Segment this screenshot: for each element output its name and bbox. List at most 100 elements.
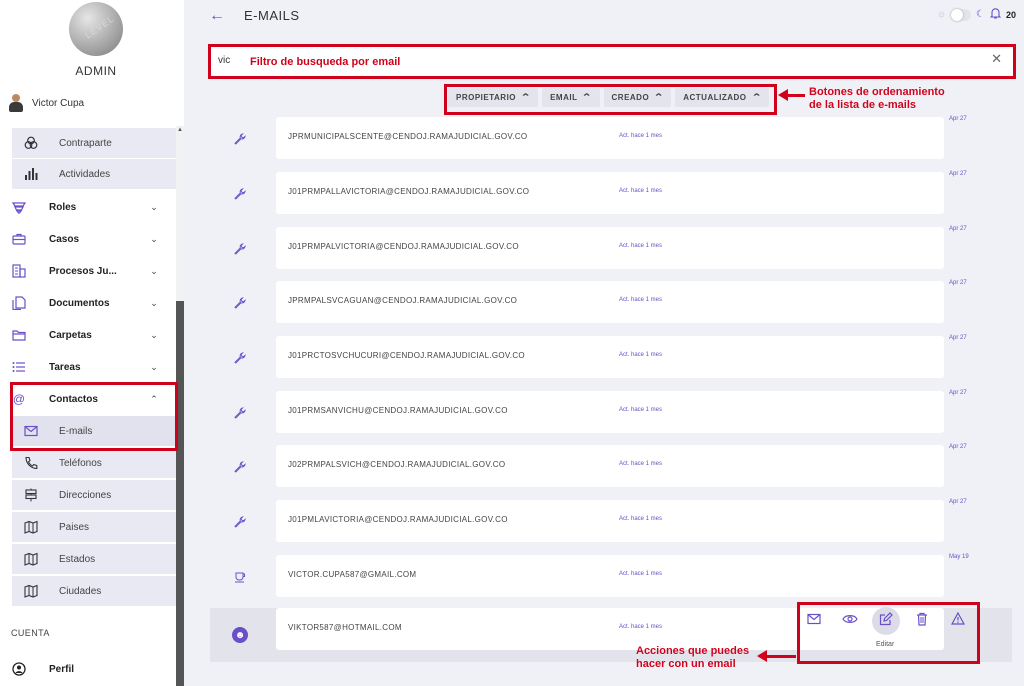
theme-toggle[interactable] — [951, 8, 972, 21]
list-item[interactable]: J01PRCTOSVCHUCURI@CENDOJ.RAMAJUDICIAL.GO… — [210, 331, 1014, 385]
sidebar-item-contraparte[interactable]: Contraparte — [12, 128, 176, 159]
clear-search-icon[interactable]: ✕ — [991, 51, 1002, 67]
mail-action-button[interactable] — [800, 607, 828, 635]
wrench-icon — [232, 186, 248, 202]
map-icon — [22, 520, 40, 534]
sidebar-scroll-thumb[interactable] — [176, 301, 184, 686]
sort-actualizado-button[interactable]: ACTUALIZADO ⌃ — [675, 88, 769, 107]
chevron-down-icon: ⌄ — [150, 361, 158, 372]
sidebar-item-label: Ciudades — [59, 585, 102, 597]
sidebar-item-label: Teléfonos — [59, 457, 102, 469]
list-item[interactable]: J02PRMPALSVICH@CENDOJ.RAMAJUDICIAL.GOV.C… — [210, 440, 1014, 494]
sidebar-item-estados[interactable]: Estados — [12, 544, 176, 575]
chevron-down-icon: ⌄ — [150, 201, 158, 212]
map-icon — [22, 584, 40, 598]
sidebar-item-label: Roles — [49, 201, 77, 213]
sidebar-item-casos[interactable]: Casos ⌄ — [12, 224, 176, 254]
delete-action-button[interactable] — [908, 607, 936, 635]
sidebar-item-tareas[interactable]: Tareas ⌄ — [12, 352, 176, 382]
sidebar-item-label: E-mails — [59, 425, 93, 437]
list-item[interactable]: JPRMUNICIPALSCENTE@CENDOJ.RAMAJUDICIAL.G… — [210, 112, 1014, 166]
sidebar-item-label: Paises — [59, 521, 90, 533]
sidebar-item-label: Carpetas — [49, 329, 92, 341]
admin-avatar[interactable]: LEVEL — [69, 2, 123, 56]
report-action-button[interactable] — [944, 607, 972, 635]
sidebar-item-documentos[interactable]: Documentos ⌄ — [12, 288, 176, 318]
sidebar-item-perfil[interactable]: Perfil — [12, 654, 176, 684]
chevron-up-icon: ⌃ — [581, 92, 594, 102]
email-card[interactable]: J01PRMPALVICTORIA@CENDOJ.RAMAJUDICIAL.GO… — [276, 227, 944, 269]
notification-count: 20 — [1005, 9, 1016, 20]
date-label: Apr 27 — [949, 116, 967, 122]
date-label: Apr 27 — [949, 335, 967, 341]
updated-label: Act. hace 1 mes — [619, 133, 663, 139]
user-name: Victor Cupa — [32, 97, 85, 109]
stack-icon — [12, 200, 26, 214]
sidebar-item-label: Contraparte — [59, 137, 112, 149]
sort-label: ACTUALIZADO — [683, 93, 747, 102]
sidebar-item-ciudades[interactable]: Ciudades — [12, 576, 176, 607]
wrench-icon — [232, 405, 248, 421]
list-item[interactable]: J01PRMSANVICHU@CENDOJ.RAMAJUDICIAL.GOV.C… — [210, 386, 1014, 440]
bell-icon[interactable] — [989, 7, 1002, 22]
sidebar-item-label: Tareas — [49, 361, 81, 373]
wrench-icon — [232, 514, 248, 530]
sidebar-item-actividades[interactable]: Actividades — [12, 159, 176, 190]
list-item[interactable]: J01PMLAVICTORIA@CENDOJ.RAMAJUDICIAL.GOV.… — [210, 495, 1014, 549]
edit-action-button[interactable] — [872, 607, 900, 635]
sidebar-item-direcciones[interactable]: Direcciones — [12, 480, 176, 511]
date-label: Apr 27 — [949, 499, 967, 505]
updated-label: Act. hace 1 mes — [619, 243, 663, 249]
list-item[interactable]: J01PRMPALVICTORIA@CENDOJ.RAMAJUDICIAL.GO… — [210, 222, 1014, 276]
sidebar-item-roles[interactable]: Roles ⌄ — [12, 192, 176, 222]
sidebar-item-contactos[interactable]: @ Contactos ⌃ — [12, 384, 176, 414]
sort-creado-button[interactable]: CREADO ⌃ — [603, 88, 672, 107]
email-card[interactable]: JPRMUNICIPALSCENTE@CENDOJ.RAMAJUDICIAL.G… — [276, 117, 944, 159]
email-card[interactable]: J01PRMSANVICHU@CENDOJ.RAMAJUDICIAL.GOV.C… — [276, 391, 944, 433]
updated-label: Act. hace 1 mes — [619, 188, 663, 194]
sidebar-item-procesos[interactable]: Procesos Ju... ⌄ — [12, 256, 176, 286]
chevron-down-icon: ⌄ — [150, 329, 158, 340]
email-card[interactable]: JPRMPALSVCAGUAN@CENDOJ.RAMAJUDICIAL.GOV.… — [276, 281, 944, 323]
email-address: J01PRMPALLAVICTORIA@CENDOJ.RAMAJUDICIAL.… — [288, 187, 530, 196]
view-action-button[interactable] — [836, 607, 864, 635]
sidebar-item-label: Direcciones — [59, 489, 112, 501]
email-address: J01PRMSANVICHU@CENDOJ.RAMAJUDICIAL.GOV.C… — [288, 406, 508, 415]
date-label: Apr 27 — [949, 171, 967, 177]
chevron-up-icon: ⌃ — [150, 393, 158, 404]
sidebar-item-paises[interactable]: Paises — [12, 512, 176, 543]
sort-propietario-button[interactable]: PROPIETARIO ⌃ — [448, 88, 539, 107]
sidebar-item-telefonos[interactable]: Teléfonos — [12, 448, 176, 479]
sidebar-item-label: Perfil — [49, 663, 75, 675]
sidebar-item-emails[interactable]: E-mails — [12, 416, 176, 447]
sidebar-item-carpetas[interactable]: Carpetas ⌄ — [12, 320, 176, 350]
date-label: Apr 27 — [949, 280, 967, 286]
email-address: JPRMPALSVCAGUAN@CENDOJ.RAMAJUDICIAL.GOV.… — [288, 296, 518, 305]
list-item[interactable]: JPRMPALSVCAGUAN@CENDOJ.RAMAJUDICIAL.GOV.… — [210, 276, 1014, 330]
sidebar-item-label: Documentos — [49, 297, 110, 309]
documents-icon — [12, 296, 26, 310]
list-item[interactable]: VICTOR.CUPA587@GMAIL.COM Act. hace 1 mes … — [210, 550, 1014, 604]
date-label: Apr 27 — [949, 390, 967, 396]
date-label: Apr 27 — [949, 444, 967, 450]
wrench-icon — [232, 131, 248, 147]
phone-icon — [22, 456, 40, 470]
list-icon — [12, 360, 26, 374]
email-address: VICTOR.CUPA587@GMAIL.COM — [288, 570, 417, 579]
scroll-up-icon[interactable]: ▲ — [176, 126, 184, 134]
sort-email-button[interactable]: EMAIL ⌃ — [542, 88, 600, 107]
email-card[interactable]: J01PMLAVICTORIA@CENDOJ.RAMAJUDICIAL.GOV.… — [276, 500, 944, 542]
email-card[interactable]: J01PRCTOSVCHUCURI@CENDOJ.RAMAJUDICIAL.GO… — [276, 336, 944, 378]
list-item[interactable]: J01PRMPALLAVICTORIA@CENDOJ.RAMAJUDICIAL.… — [210, 167, 1014, 221]
wrench-icon — [232, 241, 248, 257]
sidebar-item-label: Estados — [59, 553, 96, 565]
updated-label: Act. hace 1 mes — [619, 624, 663, 630]
email-card[interactable]: J01PRMPALLAVICTORIA@CENDOJ.RAMAJUDICIAL.… — [276, 172, 944, 214]
email-card[interactable]: J02PRMPALSVICH@CENDOJ.RAMAJUDICIAL.GOV.C… — [276, 445, 944, 487]
admin-label: ADMIN — [75, 64, 117, 78]
back-arrow-icon[interactable]: ← — [209, 7, 225, 25]
chevron-down-icon: ⌄ — [150, 233, 158, 244]
map-icon — [22, 552, 40, 566]
user-row[interactable]: Victor Cupa — [8, 94, 84, 112]
email-card[interactable]: VICTOR.CUPA587@GMAIL.COM Act. hace 1 mes — [276, 555, 944, 597]
